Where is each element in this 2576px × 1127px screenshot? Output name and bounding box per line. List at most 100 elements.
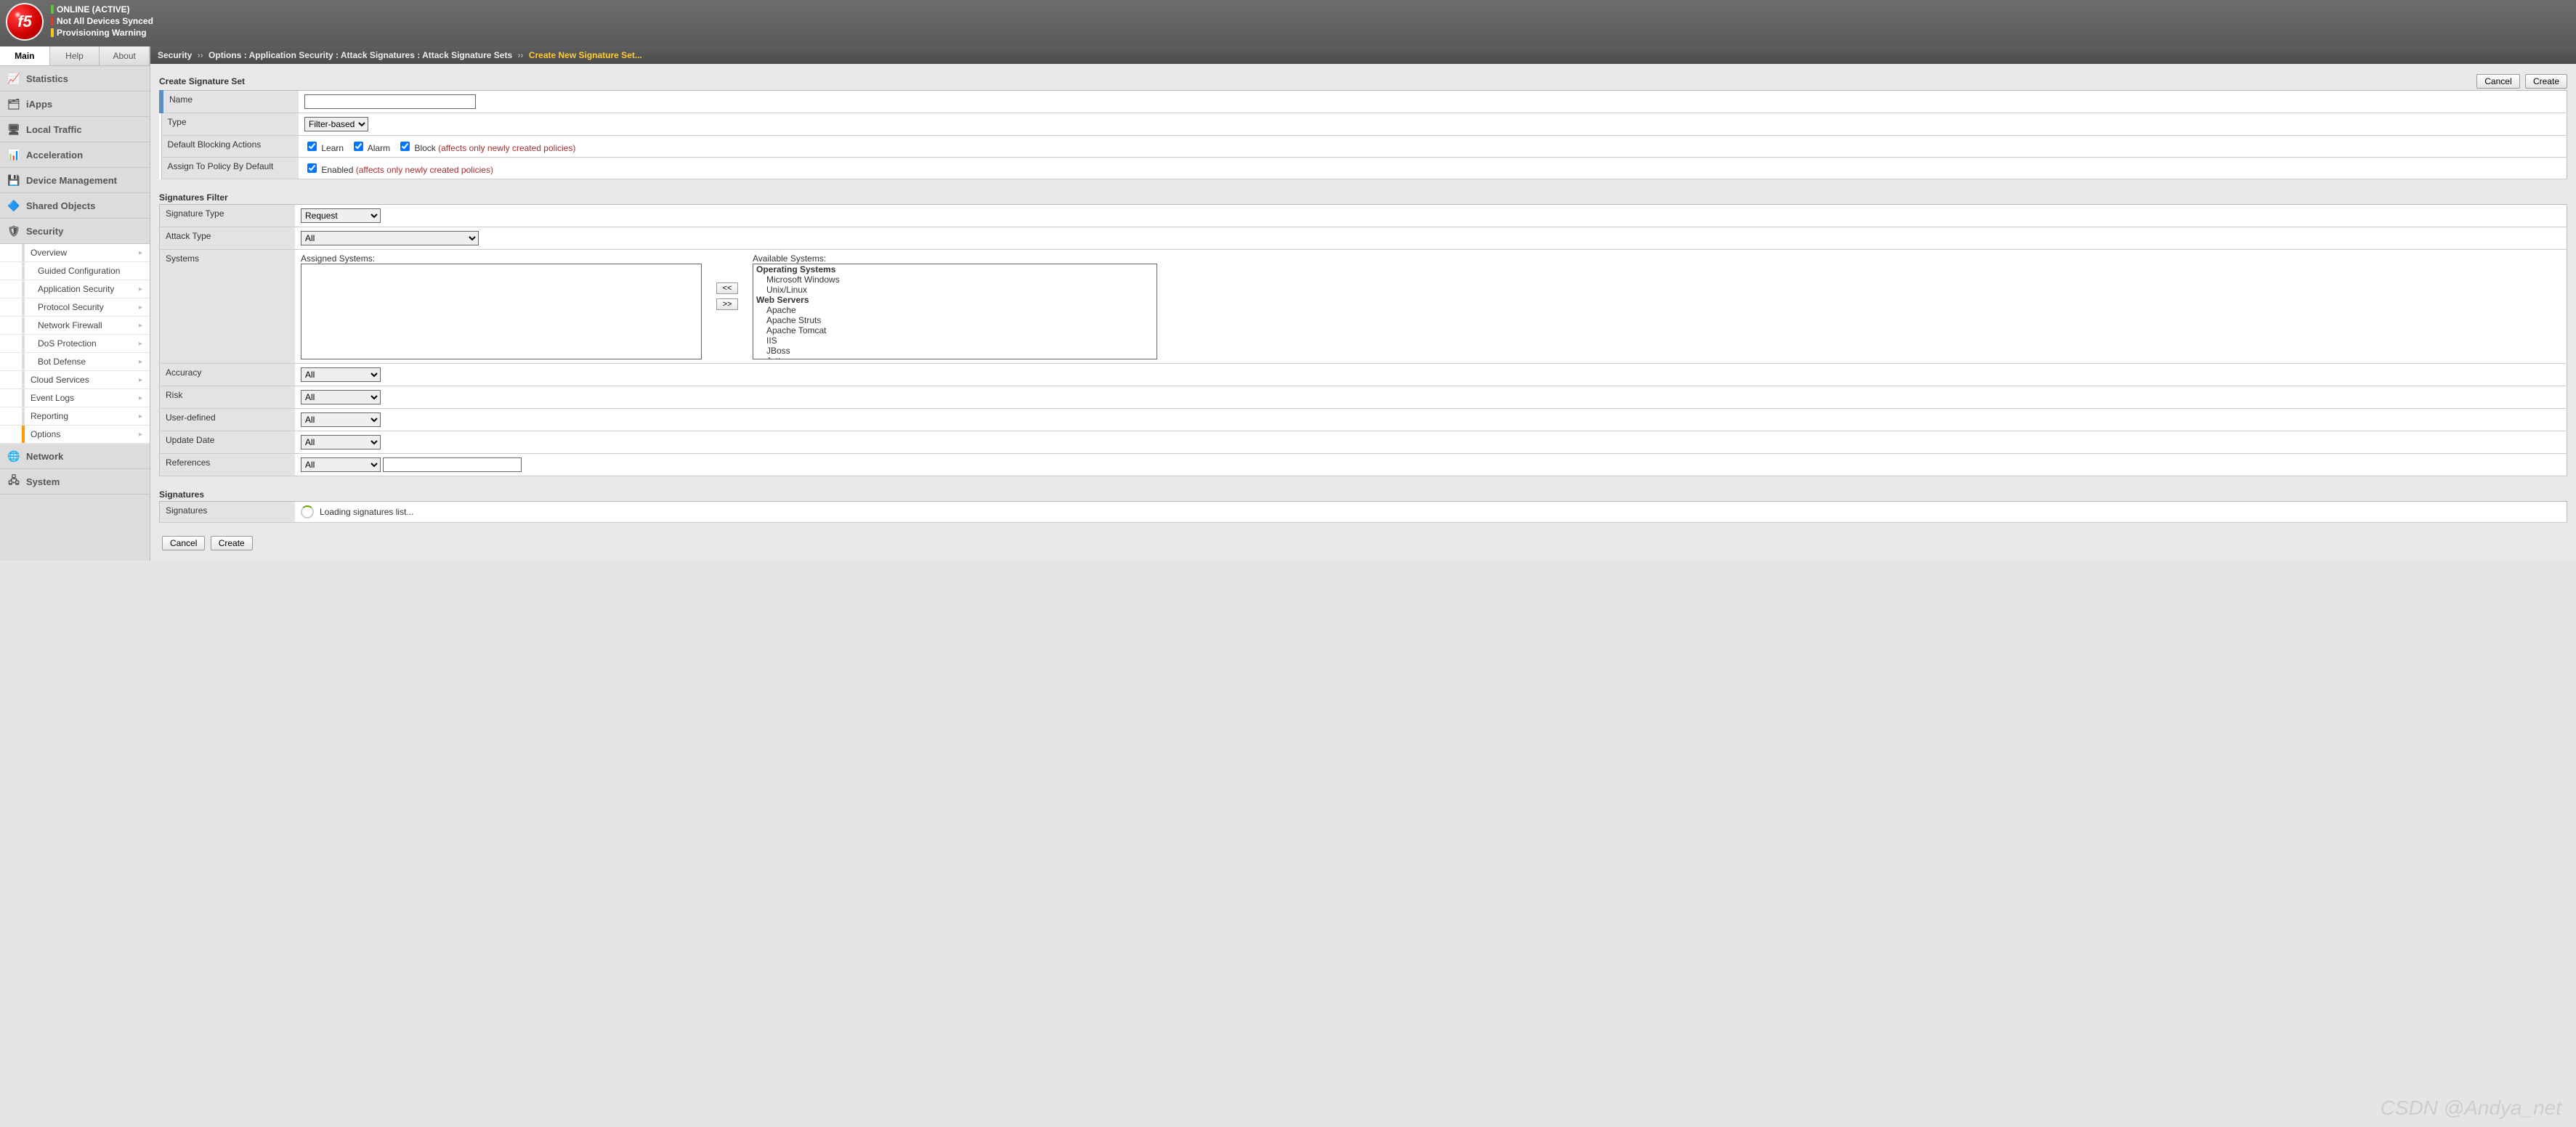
nav-device-management[interactable]: 💾Device Management xyxy=(0,168,150,193)
create-button-bottom[interactable]: Create xyxy=(211,536,253,550)
sigtype-select[interactable]: Request xyxy=(301,208,381,223)
loading-text: Loading signatures list... xyxy=(320,507,413,517)
assigned-systems-list[interactable] xyxy=(301,264,702,359)
nav-acceleration[interactable]: 📊Acceleration xyxy=(0,142,150,168)
learn-checkbox[interactable] xyxy=(307,142,317,151)
cancel-button-bottom[interactable]: Cancel xyxy=(162,536,205,550)
chevron-right-icon: ▸ xyxy=(139,394,142,402)
breadcrumb-sep: ›› xyxy=(517,50,523,60)
subnav-protocol-security[interactable]: Protocol Security▸ xyxy=(0,298,150,317)
create-form-table: Name Type Filter-based Default Blocking … xyxy=(159,90,2567,179)
nav-network[interactable]: 🌐Network xyxy=(0,444,150,469)
accuracy-select[interactable]: All xyxy=(301,367,381,382)
nav-iapps[interactable]: 🗂iApps xyxy=(0,91,150,117)
type-select[interactable]: Filter-based xyxy=(304,117,368,131)
label-signatures: Signatures xyxy=(160,502,296,523)
chevron-right-icon: ▸ xyxy=(139,376,142,384)
subnav-options[interactable]: Options▸ xyxy=(0,426,150,444)
app-header: f5 ONLINE (ACTIVE) Not All Devices Synce… xyxy=(0,0,2576,46)
chevron-right-icon: ▸ xyxy=(139,249,142,257)
subnav-guided-configuration[interactable]: Guided Configuration xyxy=(0,262,150,280)
tab-help[interactable]: Help xyxy=(50,46,100,65)
system-group: Web Servers xyxy=(753,295,1157,305)
attacktype-select[interactable]: All xyxy=(301,231,479,245)
section-title-filter: Signatures Filter xyxy=(159,192,228,203)
available-systems-label: Available Systems: xyxy=(753,253,1157,264)
move-left-button[interactable]: << xyxy=(716,282,738,294)
alarm-checkbox[interactable] xyxy=(354,142,363,151)
subnav-application-security[interactable]: Application Security▸ xyxy=(0,280,150,298)
server-icon: 🖥 xyxy=(7,123,20,136)
device-icon: 💾 xyxy=(7,174,20,187)
references-select[interactable]: All xyxy=(301,457,381,472)
label-risk: Risk xyxy=(160,386,296,409)
chevron-right-icon: ▸ xyxy=(139,340,142,348)
apps-icon: 🗂 xyxy=(7,97,20,110)
subnav-bot-defense[interactable]: Bot Defense▸ xyxy=(0,353,150,371)
nav-shared-objects[interactable]: 🔷Shared Objects xyxy=(0,193,150,219)
label-blocking: Default Blocking Actions xyxy=(161,136,299,158)
name-input[interactable] xyxy=(304,94,476,109)
breadcrumb-item[interactable]: Options : Application Security : Attack … xyxy=(208,50,512,60)
system-option[interactable]: IIS xyxy=(753,335,1157,346)
assigned-systems-label: Assigned Systems: xyxy=(301,253,702,264)
label-accuracy: Accuracy xyxy=(160,364,296,386)
system-option[interactable]: JBoss xyxy=(753,346,1157,356)
nav-statistics[interactable]: 📈Statistics xyxy=(0,66,150,91)
system-option[interactable]: Unix/Linux xyxy=(753,285,1157,295)
objects-icon: 🔷 xyxy=(7,199,20,212)
system-option[interactable]: Jetty xyxy=(753,356,1157,359)
label-userdef: User-defined xyxy=(160,409,296,431)
label-updatedate: Update Date xyxy=(160,431,296,454)
chevron-right-icon: ▸ xyxy=(139,304,142,312)
system-option[interactable]: Microsoft Windows xyxy=(753,274,1157,285)
risk-select[interactable]: All xyxy=(301,390,381,404)
breadcrumb-current: Create New Signature Set... xyxy=(529,50,642,60)
section-title-create: Create Signature Set xyxy=(159,76,245,86)
label-attacktype: Attack Type xyxy=(160,227,296,250)
tab-about[interactable]: About xyxy=(100,46,150,65)
enabled-checkbox[interactable] xyxy=(307,163,317,173)
nav-security[interactable]: 🛡Security xyxy=(0,219,150,244)
blocking-note: (affects only newly created policies) xyxy=(438,143,575,153)
create-button-top[interactable]: Create xyxy=(2525,74,2567,89)
filter-form-table: Signature Type Request Attack Type All S… xyxy=(159,204,2567,476)
nav-system[interactable]: 🖧System xyxy=(0,469,150,495)
system-option[interactable]: Apache xyxy=(753,305,1157,315)
watermark: CSDN @Andya_net xyxy=(2381,1097,2561,1120)
chevron-right-icon: ▸ xyxy=(139,412,142,420)
userdef-select[interactable]: All xyxy=(301,412,381,427)
label-sigtype: Signature Type xyxy=(160,205,296,227)
subnav-overview[interactable]: Overview▸ xyxy=(0,244,150,262)
system-option[interactable]: Apache Struts xyxy=(753,315,1157,325)
status-block: ONLINE (ACTIVE) Not All Devices Synced P… xyxy=(51,3,153,38)
f5-logo: f5 xyxy=(6,3,44,41)
subnav-network-firewall[interactable]: Network Firewall▸ xyxy=(0,317,150,335)
references-input[interactable] xyxy=(383,457,522,472)
subnav-reporting[interactable]: Reporting▸ xyxy=(0,407,150,426)
subnav-dos-protection[interactable]: DoS Protection▸ xyxy=(0,335,150,353)
tab-main[interactable]: Main xyxy=(0,46,50,65)
assign-note: (affects only newly created policies) xyxy=(356,165,493,175)
subnav-event-logs[interactable]: Event Logs▸ xyxy=(0,389,150,407)
signatures-table: Signatures Loading signatures list... xyxy=(159,501,2567,523)
content-area: Security ›› Options : Application Securi… xyxy=(150,46,2576,561)
chart-icon: 📈 xyxy=(7,72,20,85)
security-subnav: Overview▸ Guided Configuration Applicati… xyxy=(0,244,150,444)
subnav-cloud-services[interactable]: Cloud Services▸ xyxy=(0,371,150,389)
breadcrumb-item[interactable]: Security xyxy=(158,50,192,60)
block-checkbox[interactable] xyxy=(400,142,410,151)
system-icon: 🖧 xyxy=(7,475,20,488)
cancel-button-top[interactable]: Cancel xyxy=(2476,74,2519,89)
chevron-right-icon: ▸ xyxy=(139,285,142,293)
shield-icon: 🛡 xyxy=(7,224,20,237)
status-sync: Not All Devices Synced xyxy=(57,16,153,26)
section-title-signatures: Signatures xyxy=(159,489,204,500)
move-right-button[interactable]: >> xyxy=(716,298,738,310)
nav-local-traffic[interactable]: 🖥Local Traffic xyxy=(0,117,150,142)
sidebar: Main Help About 📈Statistics 🗂iApps 🖥Loca… xyxy=(0,46,150,561)
updatedate-select[interactable]: All xyxy=(301,435,381,449)
system-option[interactable]: Apache Tomcat xyxy=(753,325,1157,335)
available-systems-list[interactable]: Operating SystemsMicrosoft WindowsUnix/L… xyxy=(753,264,1157,359)
network-icon: 🌐 xyxy=(7,449,20,463)
